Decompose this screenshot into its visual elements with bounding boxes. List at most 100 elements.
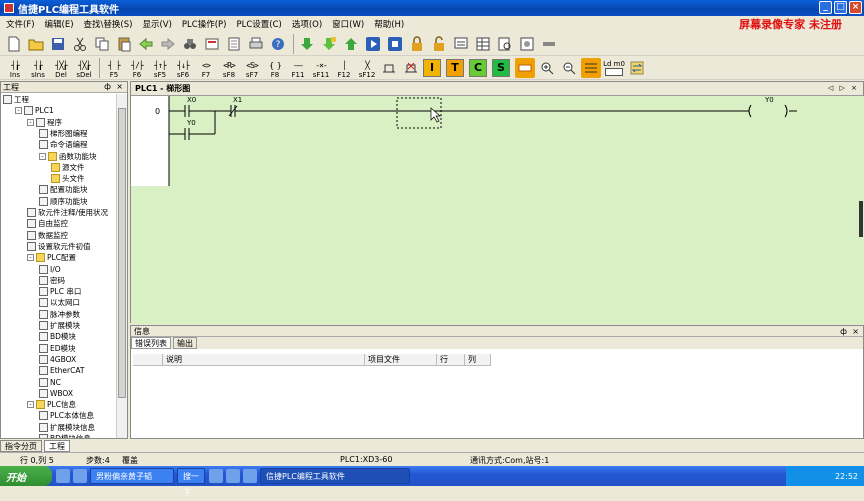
tree-item-wbox[interactable]: WBOX (39, 388, 73, 399)
upload-icon[interactable] (341, 34, 361, 54)
tree-item-table[interactable]: 软元件注释/使用状况 (27, 207, 108, 218)
input-device-button[interactable]: I (423, 59, 441, 77)
run-icon[interactable] (363, 34, 383, 54)
tree-item-info[interactable]: 扩展模块信息 (39, 422, 95, 433)
print-icon[interactable] (246, 34, 266, 54)
tree-item-folder[interactable]: - PLC配置 (27, 252, 76, 263)
zoom-in-icon[interactable] (537, 58, 557, 78)
task-browser[interactable]: 男粉偏亲黄子韬 (90, 468, 174, 484)
page-setup-icon[interactable] (224, 34, 244, 54)
tree-item-module[interactable]: 扩展模块 (39, 320, 80, 331)
tree-item-folder[interactable]: - PLC信息 (27, 399, 76, 410)
copy-icon[interactable] (92, 34, 112, 54)
menu-window[interactable]: 窗口(W) (332, 18, 364, 30)
delete-branch-icon[interactable] (401, 58, 421, 78)
menu-view[interactable]: 显示(V) (142, 18, 171, 30)
cut-icon[interactable] (70, 34, 90, 54)
tree-item-ladder[interactable]: 梯形图编程 (39, 128, 88, 139)
branch-icon[interactable] (379, 58, 399, 78)
delete-column-button[interactable]: ┤╳┟ sDel (73, 57, 95, 79)
table-header-row[interactable]: 行 (437, 354, 465, 366)
scrollbar-thumb[interactable] (118, 108, 126, 398)
tree-item-config[interactable]: 配置功能块 (39, 184, 88, 195)
save-icon[interactable] (48, 34, 68, 54)
menu-options[interactable]: 选项(O) (292, 18, 322, 30)
tree-toggle-icon[interactable]: - (39, 152, 46, 160)
menu-edit[interactable]: 编辑(E) (45, 18, 74, 30)
tree-item-password[interactable]: 密码 (39, 275, 65, 286)
table-header-project-file[interactable]: 项目文件 (365, 354, 437, 366)
quick-launch-media-icon[interactable] (243, 469, 257, 483)
tree-item-table[interactable]: 设置软元件初值 (27, 241, 91, 252)
new-file-icon[interactable] (4, 34, 24, 54)
rising-edge-button[interactable]: ┤↑├ sF5 (149, 57, 171, 79)
nc-contact-button[interactable]: ┤/├ F6 (126, 57, 148, 79)
tree-toggle-icon[interactable]: - (27, 401, 34, 409)
ladder-canvas[interactable]: 0 X0 X1 Y0 Y0 (131, 96, 864, 324)
delete-horizontal-line-button[interactable]: -×- sF11 (310, 57, 332, 79)
convert-icon[interactable] (627, 58, 647, 78)
tree-toggle-icon[interactable]: - (15, 107, 22, 115)
tab-instruction-pages[interactable]: 指令分页 (0, 439, 42, 452)
tree-item-sequence[interactable]: 顺序功能块 (39, 196, 88, 207)
tab-error-list[interactable]: 错误列表 (131, 337, 171, 349)
delete-vertical-line-button[interactable]: ╳ sF12 (356, 57, 378, 79)
monitor-icon[interactable] (451, 34, 471, 54)
help-icon[interactable]: ? (268, 34, 288, 54)
reset-coil-button[interactable]: <R> sF8 (218, 57, 240, 79)
cable-icon[interactable] (539, 34, 559, 54)
table-header-column[interactable]: 列 (465, 354, 491, 366)
tree-toggle-icon[interactable]: - (27, 254, 34, 262)
vertical-line-button[interactable]: │ F12 (333, 57, 355, 79)
lock-icon[interactable] (407, 34, 427, 54)
list-view-icon[interactable] (581, 58, 601, 78)
find-icon[interactable] (180, 34, 200, 54)
tree-item-program[interactable]: - 程序 (27, 117, 62, 128)
tree-item-ethernet[interactable]: 以太网口 (39, 297, 80, 308)
download-plus-icon[interactable] (319, 34, 339, 54)
unlock-icon[interactable] (429, 34, 449, 54)
menu-plc-operation[interactable]: PLC操作(P) (182, 18, 227, 30)
delete-row-button[interactable]: ┤╳┟ Del (50, 57, 72, 79)
tree-item-serial[interactable]: PLC 串口 (39, 286, 81, 297)
tree-toggle-icon[interactable]: - (27, 118, 34, 126)
undo-icon[interactable] (136, 34, 156, 54)
state-device-button[interactable]: S (492, 59, 510, 77)
tree-item-io[interactable]: I/O (39, 264, 61, 275)
editor-nav-arrows[interactable]: ◁ ▷ × (828, 84, 859, 92)
menu-plc-settings[interactable]: PLC设置(C) (236, 18, 281, 30)
tree-item-pulse[interactable]: 脉冲参数 (39, 309, 80, 320)
close-button[interactable]: × (849, 1, 862, 14)
menu-find-replace[interactable]: 查找\替换(S) (84, 18, 133, 30)
paste-icon[interactable] (114, 34, 134, 54)
tab-ladder-diagram[interactable]: PLC1 - 梯形图 (131, 83, 194, 94)
tab-project[interactable]: 工程 (44, 439, 70, 452)
project-tree-scrollbar[interactable] (116, 94, 127, 438)
timer-device-button[interactable]: T (446, 59, 464, 77)
pin-icon[interactable]: ф (840, 326, 847, 337)
quick-launch-browser-icon[interactable] (73, 469, 87, 483)
horizontal-line-button[interactable]: —— F11 (287, 57, 309, 79)
falling-edge-button[interactable]: ┤↓├ sF6 (172, 57, 194, 79)
tree-item-info[interactable]: PLC本体信息 (39, 410, 94, 421)
quick-launch-app-icon[interactable] (56, 469, 70, 483)
maximize-button[interactable]: □ (834, 1, 847, 14)
task-plc-software[interactable]: 信捷PLC编程工具软件 (260, 468, 410, 484)
table-header-description[interactable]: 说明 (163, 354, 365, 366)
tree-item-bd[interactable]: BD模块 (39, 331, 76, 342)
settings-monitor-icon[interactable] (517, 34, 537, 54)
tree-item-ed[interactable]: ED模块 (39, 343, 76, 354)
download-icon[interactable] (297, 34, 317, 54)
minimize-button[interactable]: _ (819, 1, 832, 14)
redo-icon[interactable] (158, 34, 178, 54)
coil-button[interactable]: <> F7 (195, 57, 217, 79)
tree-item-folder[interactable]: - 函数功能块 (39, 151, 97, 162)
tree-item-nc[interactable]: NC (39, 377, 61, 388)
tree-item-plc[interactable]: - PLC1 (15, 105, 54, 116)
toggle-comment-icon[interactable] (515, 58, 535, 78)
menu-file[interactable]: 文件(F) (6, 18, 35, 30)
tree-item-project[interactable]: 工程 (3, 94, 29, 105)
quick-launch-ie-icon[interactable] (209, 469, 223, 483)
tree-item-command[interactable]: 命令语编程 (39, 139, 88, 150)
tree-item-ethercat[interactable]: EtherCAT (39, 365, 85, 376)
